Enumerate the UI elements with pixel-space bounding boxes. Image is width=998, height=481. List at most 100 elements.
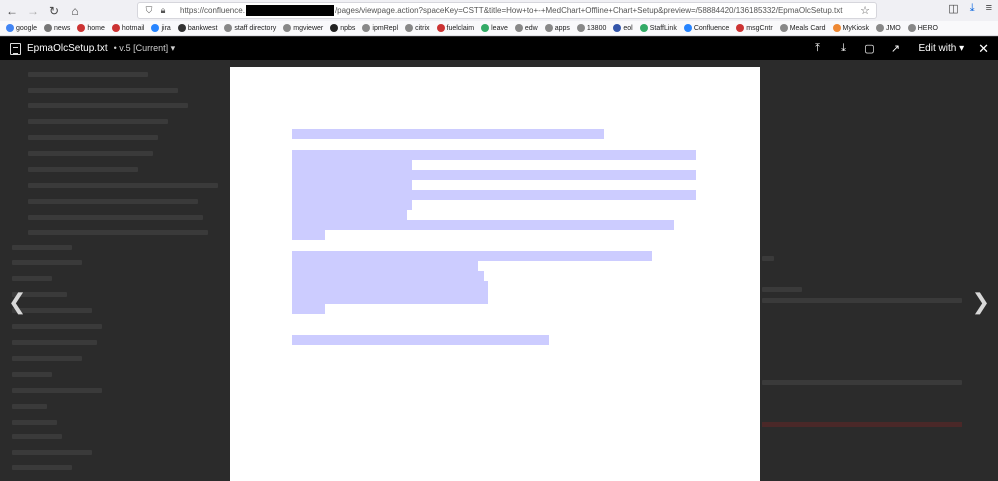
leave-icon xyxy=(481,24,490,32)
bookmark-label: fuelclaim xyxy=(446,24,475,32)
bookmark-staff-directory[interactable]: staff directory xyxy=(224,24,276,32)
npbs-icon xyxy=(330,24,339,32)
redacted-block xyxy=(292,220,674,230)
globe-icon xyxy=(362,24,371,32)
bookmark-meals-card[interactable]: Meals Card xyxy=(779,24,826,32)
bookmark-leave[interactable]: leave xyxy=(481,24,508,32)
bookmark-label: hotmail xyxy=(121,24,145,32)
hotmail-icon xyxy=(111,24,120,32)
redacted-block xyxy=(292,190,696,200)
browser-right-tools: ◫ ⤓ ≡ xyxy=(948,2,992,15)
bookmark-jmo[interactable]: JMO xyxy=(875,24,901,32)
bookmark-home[interactable]: home xyxy=(77,24,105,32)
bookmark-label: msgCntr xyxy=(746,24,773,32)
home-bookmark-icon xyxy=(77,24,86,32)
bookmark-bankwest[interactable]: bankwest xyxy=(177,24,217,32)
bookmark-label: Confluence xyxy=(693,24,730,32)
version-dropdown[interactable]: • v.5 [Current] ▾ xyxy=(114,43,176,54)
upload-icon[interactable]: ⤒ xyxy=(805,42,831,55)
bookmark-ipmrepl[interactable]: ipmRepl xyxy=(362,24,398,32)
bookmark-edw[interactable]: edw xyxy=(514,24,538,32)
shield-icon[interactable]: ⛉ xyxy=(142,5,156,16)
redacted-block xyxy=(292,281,488,291)
bookmark-stafflink[interactable]: StaffLink xyxy=(639,24,677,32)
redacted-block xyxy=(292,200,412,210)
bookmark-hero[interactable]: HERO xyxy=(907,24,938,32)
redacted-block xyxy=(292,129,604,139)
pocket-icon[interactable]: ◫ xyxy=(948,2,958,15)
bookmark-label: mgviewer xyxy=(293,24,324,32)
globe-icon xyxy=(576,24,585,32)
bookmark-eol[interactable]: eol xyxy=(613,24,633,32)
menu-icon[interactable]: ≡ xyxy=(986,2,992,15)
msgcntr-icon xyxy=(736,24,745,32)
redacted-block xyxy=(292,251,652,261)
bookmark-label: apps xyxy=(554,24,570,32)
share-icon[interactable]: ↗ xyxy=(883,42,909,55)
url-prefix: https://confluence. xyxy=(180,6,245,15)
bookmark-jira[interactable]: jira xyxy=(151,24,171,32)
redacted-block xyxy=(292,160,412,170)
bankwest-icon xyxy=(177,24,186,32)
bookmark-label: eol xyxy=(623,24,633,32)
bookmark-label: HERO xyxy=(917,24,938,32)
news-icon xyxy=(44,24,53,32)
globe-icon xyxy=(514,24,523,32)
redacted-block xyxy=(292,230,325,240)
bookmark-label: staff directory xyxy=(234,24,277,32)
bookmark-msgcntr[interactable]: msgCntr xyxy=(736,24,773,32)
bookmark-label: 13800 xyxy=(586,24,607,32)
bookmark-label: npbs xyxy=(340,24,356,32)
address-bar[interactable]: ⛉ 🔒︎ https://confluence. /pages/viewpage… xyxy=(137,2,877,19)
redacted-block xyxy=(292,335,549,345)
bookmark-confluence[interactable]: Confluence xyxy=(683,24,730,32)
globe-icon xyxy=(544,24,553,32)
bookmark-label: MyKiosk xyxy=(842,24,869,32)
bookmark-mgviewer[interactable]: mgviewer xyxy=(283,24,323,32)
bookmark-hotmail[interactable]: hotmail xyxy=(111,24,145,32)
lock-icon[interactable]: 🔒︎ xyxy=(156,5,170,16)
document-page xyxy=(230,67,760,481)
bookmark-citrix[interactable]: citrix xyxy=(405,24,430,32)
globe-icon xyxy=(875,24,884,32)
bookmark-fuelclaim[interactable]: fuelclaim xyxy=(436,24,475,32)
redacted-block xyxy=(292,271,484,281)
bookmark-news[interactable]: news xyxy=(44,24,70,32)
globe-icon xyxy=(907,24,916,32)
bookmark-13800[interactable]: 13800 xyxy=(576,24,607,32)
download-icon[interactable]: ⤓ xyxy=(831,42,857,55)
comment-icon[interactable]: ▢ xyxy=(857,42,883,55)
forward-icon[interactable]: → xyxy=(24,2,42,20)
globe-icon xyxy=(405,24,414,32)
stafflink-icon xyxy=(639,24,648,32)
bookmark-apps[interactable]: apps xyxy=(544,24,570,32)
bookmark-google[interactable]: google xyxy=(6,24,37,32)
globe-icon xyxy=(224,24,233,32)
back-icon[interactable]: ← xyxy=(3,2,21,20)
downloads-icon[interactable]: ⤓ xyxy=(970,2,975,15)
preview-header: EpmaOlcSetup.txt • v.5 [Current] ▾ ⤒ ⤓ ▢… xyxy=(0,37,998,60)
previous-arrow-icon[interactable]: ❮ xyxy=(8,290,26,315)
bookmark-mykiosk[interactable]: MyKiosk xyxy=(832,24,869,32)
next-arrow-icon[interactable]: ❯ xyxy=(972,290,990,315)
bookmark-star-icon[interactable]: ☆ xyxy=(860,4,870,17)
redacted-block xyxy=(292,150,696,160)
bookmark-npbs[interactable]: npbs xyxy=(330,24,355,32)
bookmark-label: citrix xyxy=(415,24,430,32)
bookmark-label: JMO xyxy=(885,24,901,32)
url-suffix: /pages/viewpage.action?spaceKey=CSTT&tit… xyxy=(334,6,843,15)
redacted-block xyxy=(292,304,325,314)
home-icon[interactable]: ⌂ xyxy=(66,2,84,20)
jira-icon xyxy=(151,24,160,32)
bookmark-label: google xyxy=(16,24,38,32)
file-name: EpmaOlcSetup.txt xyxy=(27,43,108,54)
file-icon xyxy=(10,42,21,55)
bookmark-label: news xyxy=(54,24,71,32)
preview-tools: ⤒ ⤓ ▢ ↗ Edit with ▾ ✕ xyxy=(805,37,998,60)
reload-icon[interactable]: ↻ xyxy=(45,2,63,20)
close-icon[interactable]: ✕ xyxy=(978,41,989,57)
bookmark-label: Meals Card xyxy=(789,24,826,32)
url-text[interactable]: https://confluence. /pages/viewpage.acti… xyxy=(180,5,842,16)
edit-with-button[interactable]: Edit with ▾ xyxy=(919,43,965,54)
bookmark-label: edw xyxy=(524,24,538,32)
